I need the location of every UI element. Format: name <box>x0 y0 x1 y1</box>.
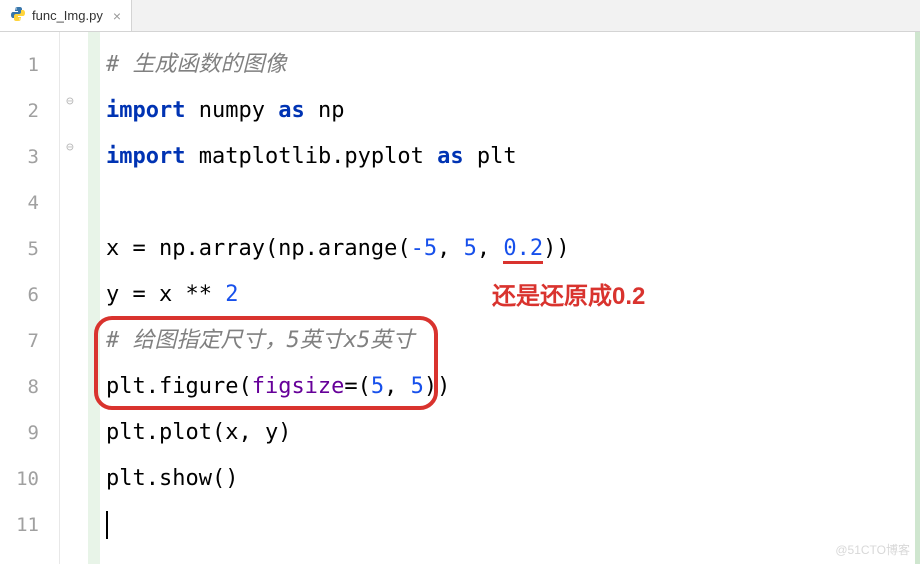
code-line: import numpy as np <box>106 88 915 134</box>
line-number: 3 <box>0 134 59 180</box>
file-tab[interactable]: func_Img.py × <box>0 0 132 31</box>
code-line: import matplotlib.pyplot as plt <box>106 134 915 180</box>
line-number-gutter: 1 2 3 4 5 6 7 8 9 10 11 <box>0 32 60 564</box>
tab-bar: func_Img.py × <box>0 0 920 32</box>
tab-filename: func_Img.py <box>32 8 103 23</box>
fold-icon[interactable]: ⊖ <box>66 94 80 108</box>
code-line: plt.show() <box>106 456 915 502</box>
line-number: 2 <box>0 88 59 134</box>
code-line: # 生成函数的图像 <box>106 42 915 88</box>
text-caret <box>106 511 108 539</box>
line-number: 9 <box>0 410 59 456</box>
line-number: 8 <box>0 364 59 410</box>
line-number: 6 <box>0 272 59 318</box>
indent-guide <box>88 32 100 564</box>
code-line: # 给图指定尺寸，5英寸x5英寸 <box>106 318 915 364</box>
fold-icon[interactable]: ⊖ <box>66 140 80 154</box>
line-number: 4 <box>0 180 59 226</box>
annotation-text: 还是还原成0.2 <box>492 276 645 311</box>
line-number: 7 <box>0 318 59 364</box>
code-line: plt.plot(x, y) <box>106 410 915 456</box>
fold-gutter: ⊖ ⊖ <box>60 32 88 564</box>
code-line <box>106 502 915 548</box>
line-number: 11 <box>0 502 59 548</box>
code-editor[interactable]: 1 2 3 4 5 6 7 8 9 10 11 ⊖ ⊖ # 生成函数的图像 im… <box>0 32 920 564</box>
close-tab-icon[interactable]: × <box>113 8 121 24</box>
code-line: x = np.array(np.arange(-5, 5, 0.2)) <box>106 226 915 272</box>
code-line <box>106 180 915 226</box>
code-area[interactable]: # 生成函数的图像 import numpy as np import matp… <box>100 32 920 564</box>
line-number: 10 <box>0 456 59 502</box>
line-number: 1 <box>0 42 59 88</box>
line-number: 5 <box>0 226 59 272</box>
code-line: plt.figure(figsize=(5, 5)) <box>106 364 915 410</box>
python-file-icon <box>10 6 26 25</box>
watermark: @51CTO博客 <box>835 541 910 558</box>
